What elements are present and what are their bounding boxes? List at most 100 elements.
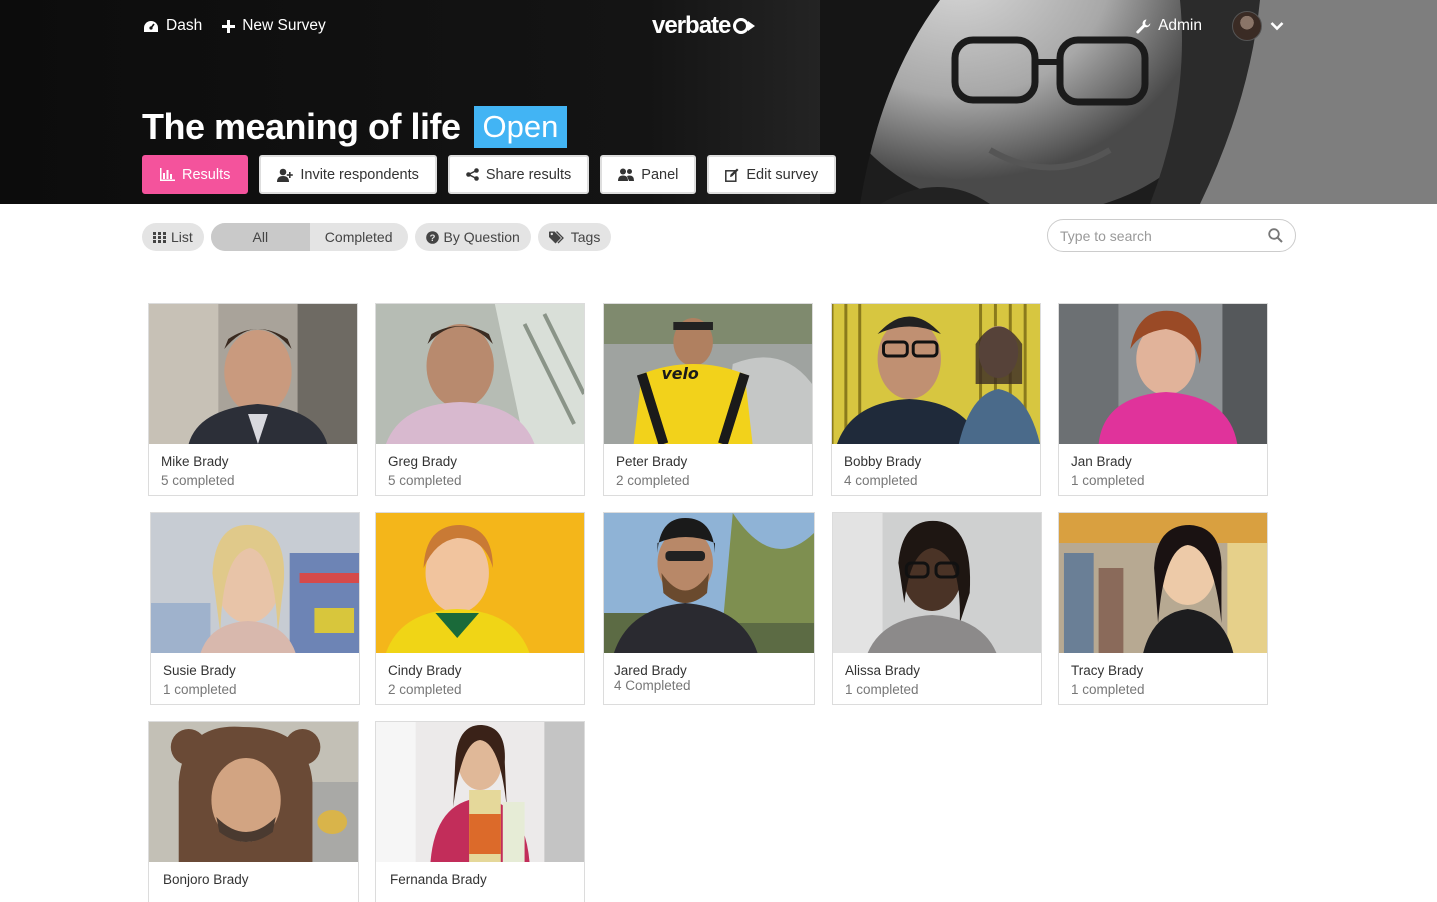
respondent-video-thumbnail — [376, 513, 584, 653]
completed-count: 5 completed — [388, 473, 462, 488]
share-results-label: Share results — [485, 166, 572, 183]
respondent-video-thumbnail — [149, 722, 358, 862]
respondent-video-thumbnail: velo — [604, 304, 812, 444]
respondent-name: Alissa Brady — [845, 663, 921, 678]
respondent-video-thumbnail — [604, 513, 814, 653]
nav-admin[interactable]: Admin — [1136, 17, 1202, 35]
survey-title-row: The meaning of life Open — [142, 106, 568, 148]
nav-admin-label: Admin — [1158, 17, 1202, 34]
edit-survey-button[interactable]: Edit survey — [707, 155, 837, 194]
respondent-card[interactable]: Mike Brady 5 completed — [148, 303, 358, 496]
completed-count: 1 completed — [1071, 682, 1145, 697]
chevron-down-icon — [1270, 22, 1284, 31]
respondent-video-thumbnail — [151, 513, 359, 653]
survey-header-banner: Dash New Survey verbate Admin The meanin… — [0, 0, 1437, 204]
completed-count: 2 completed — [616, 473, 690, 488]
wrench-icon — [1136, 19, 1151, 33]
respondent-card[interactable]: Jared Brady 4 Completed — [603, 512, 815, 705]
nav-dash-label: Dash — [166, 17, 203, 34]
filter-completed[interactable]: Completed — [310, 223, 408, 251]
edit-icon — [725, 168, 739, 182]
respondent-name: Bonjoro Brady — [163, 872, 249, 887]
results-button[interactable]: Results — [142, 155, 249, 194]
list-view-label: List — [171, 229, 193, 245]
tags-label: Tags — [570, 229, 601, 245]
panel-button-label: Panel — [641, 166, 679, 183]
respondent-video-thumbnail — [832, 304, 1040, 444]
respondent-card[interactable]: Alissa Brady 1 completed — [832, 512, 1042, 705]
panel-button[interactable]: Panel — [600, 155, 697, 194]
completed-count: 2 completed — [388, 682, 462, 697]
respondent-name: Cindy Brady — [388, 663, 462, 678]
plus-icon — [222, 19, 236, 33]
user-avatar — [1232, 11, 1262, 41]
filter-all[interactable]: All — [210, 223, 310, 251]
logo-play-mark-icon — [733, 18, 756, 34]
respondent-name: Peter Brady — [616, 454, 688, 469]
list-view-toggle[interactable]: List — [142, 223, 204, 251]
invite-respondents-button[interactable]: Invite respondents — [259, 155, 437, 194]
respondent-card[interactable]: Tracy Brady 1 completed — [1058, 512, 1268, 705]
search-input[interactable] — [1060, 227, 1268, 244]
bar-chart-icon — [160, 168, 175, 181]
respondent-name: Fernanda Brady — [390, 872, 487, 887]
share-icon — [466, 168, 479, 181]
completion-filter: All Completed — [210, 223, 408, 251]
by-question-label: By Question — [443, 229, 520, 245]
respondent-video-thumbnail — [376, 304, 584, 444]
top-nav-right: Admin — [1136, 11, 1284, 41]
results-button-label: Results — [182, 166, 231, 183]
question-circle-icon: ? — [425, 230, 439, 244]
search-box — [1047, 219, 1296, 252]
completed-count: 4 Completed — [614, 678, 691, 693]
respondent-name: Susie Brady — [163, 663, 236, 678]
svg-text:velo: velo — [661, 364, 698, 383]
nav-new-survey-label: New Survey — [242, 17, 326, 34]
respondent-card[interactable]: velo Peter Brady 2 completed — [603, 303, 813, 496]
user-menu[interactable] — [1232, 11, 1284, 41]
completed-count: 1 completed — [1071, 473, 1145, 488]
share-results-button[interactable]: Share results — [447, 155, 590, 194]
top-nav-left: Dash New Survey — [143, 14, 326, 38]
respondent-card[interactable]: Jan Brady 1 completed — [1058, 303, 1268, 496]
respondent-name: Tracy Brady — [1071, 663, 1144, 678]
completed-count: 1 completed — [163, 682, 237, 697]
by-question-toggle[interactable]: ? By Question — [414, 223, 531, 251]
search-icon[interactable] — [1268, 228, 1283, 243]
svg-text:?: ? — [429, 233, 435, 244]
grid-list-icon — [153, 231, 166, 243]
status-badge: Open — [473, 106, 568, 148]
respondent-card[interactable]: Susie Brady 1 completed — [150, 512, 360, 705]
respondent-video-thumbnail — [833, 513, 1041, 653]
verbate-logo[interactable]: verbate — [652, 12, 756, 40]
respondent-name: Greg Brady — [388, 454, 458, 469]
respondent-card[interactable]: Greg Brady 5 completed — [375, 303, 585, 496]
respondent-name: Mike Brady — [161, 454, 229, 469]
header-background-photo — [820, 0, 1437, 204]
respondent-card[interactable]: Bobby Brady 4 completed — [831, 303, 1041, 496]
respondent-name: Jared Brady — [614, 663, 687, 678]
dashboard-gauge-icon — [144, 20, 158, 32]
nav-dash[interactable]: Dash — [143, 17, 202, 35]
respondent-card[interactable]: Bonjoro Brady — [148, 721, 359, 902]
tags-icon — [548, 230, 564, 243]
respondent-video-thumbnail — [376, 722, 584, 862]
respondent-video-thumbnail — [1059, 304, 1267, 444]
users-icon — [618, 168, 635, 181]
nav-new-survey[interactable]: New Survey — [222, 17, 326, 35]
invite-respondents-label: Invite respondents — [300, 166, 419, 183]
respondent-video-thumbnail — [149, 304, 357, 444]
tags-toggle[interactable]: Tags — [537, 223, 612, 251]
completed-count: 4 completed — [844, 473, 918, 488]
add-user-icon — [277, 168, 294, 182]
logo-text: verbate — [652, 12, 731, 39]
results-filter-bar: List All Completed ? By Question Tags — [142, 223, 612, 251]
respondent-video-thumbnail — [1059, 513, 1267, 653]
edit-survey-label: Edit survey — [746, 166, 819, 183]
respondent-card[interactable]: Cindy Brady 2 completed — [375, 512, 585, 705]
respondent-name: Bobby Brady — [844, 454, 922, 469]
completed-count: 1 completed — [845, 682, 919, 697]
respondent-card[interactable]: Fernanda Brady — [375, 721, 585, 902]
completed-count: 5 completed — [161, 473, 235, 488]
page-title: The meaning of life — [142, 106, 461, 147]
